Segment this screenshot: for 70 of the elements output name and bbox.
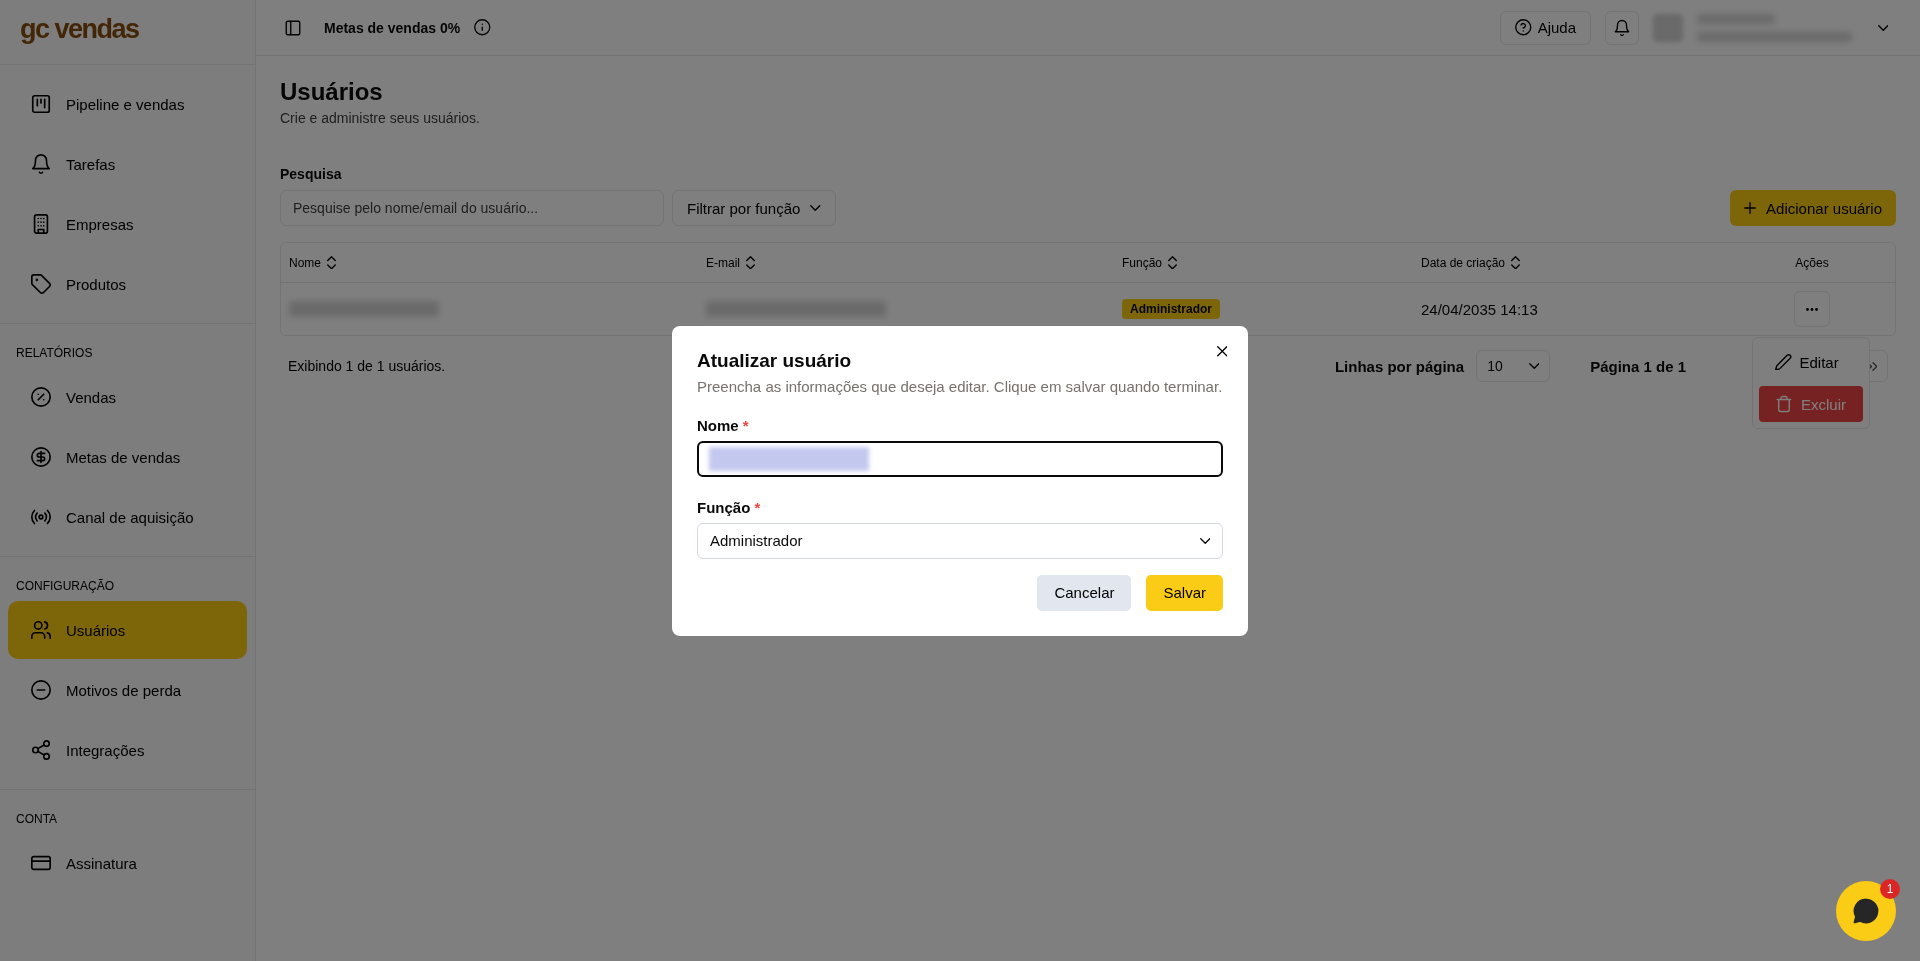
results-count: Exibindo 1 de 1 usuários. <box>288 358 446 374</box>
notifications-button[interactable] <box>1605 10 1639 45</box>
dollar-circle-icon <box>30 446 52 468</box>
sidebar-item[interactable]: Motivos de perda <box>8 661 247 719</box>
column-header[interactable]: Função <box>1114 255 1413 270</box>
section-heading: CONTA <box>15 811 59 828</box>
plus-icon <box>1744 202 1757 214</box>
select-field[interactable]: Administrador <box>697 522 1223 559</box>
field-label: Nome * <box>697 416 750 434</box>
column-header: Ações <box>1794 255 1830 270</box>
trash-icon <box>1775 395 1793 413</box>
table-cell: 24/04/2035 14:13 <box>1421 300 1538 318</box>
section-heading: CONFIGURAÇÃO <box>15 578 115 595</box>
kanban-board-icon <box>30 93 52 115</box>
sidebar-item[interactable]: Vendas <box>8 368 247 426</box>
sidebar-item[interactable]: Canal de aquisição <box>8 488 247 546</box>
help-button[interactable]: Ajuda <box>1500 10 1591 45</box>
sidebar-item[interactable]: Empresas <box>8 195 247 253</box>
sidebar-toggle-icon <box>284 18 302 37</box>
help-icon <box>1515 19 1532 36</box>
info-icon <box>474 19 491 36</box>
page-subtitle: Crie e administre seus usuários. <box>280 110 481 126</box>
bell-icon <box>1613 18 1631 37</box>
sidebar-item[interactable]: Produtos <box>8 255 247 313</box>
tag-icon <box>30 273 52 295</box>
minus-circle-icon <box>30 679 52 701</box>
save-button[interactable]: Salvar <box>1146 574 1223 611</box>
more-icon <box>1806 307 1818 311</box>
add-user-button[interactable]: Adicionar usuário <box>1730 190 1896 226</box>
role-badge: Administrador <box>1122 299 1220 319</box>
filter-dropdown[interactable]: Filtrar por função <box>672 190 836 226</box>
dialog-title: Atualizar usuário <box>697 349 853 372</box>
close-icon <box>1216 346 1228 357</box>
page-info: Página 1 de 1 <box>1590 357 1686 375</box>
page-title: Usuários <box>280 78 384 106</box>
chevron-down-icon <box>1877 24 1889 31</box>
section-heading: RELATÓRIOS <box>15 344 94 362</box>
sales-goal-label: Metas de vendas 0% <box>324 19 461 36</box>
column-header[interactable]: E-mail <box>698 255 1114 270</box>
input-field[interactable] <box>697 440 1223 477</box>
pencil-icon <box>1775 353 1792 371</box>
menu-item[interactable]: Editar <box>1759 344 1863 380</box>
workflow-icon <box>30 739 52 761</box>
sidebar-item[interactable]: Tarefas <box>8 135 247 193</box>
sidebar-item[interactable]: Usuários <box>8 601 247 659</box>
column-header[interactable]: Nome <box>281 255 698 270</box>
users-icon <box>30 619 52 641</box>
rows-per-page-select[interactable]: 10 <box>1476 350 1551 382</box>
sidebar-item[interactable]: Assinatura <box>8 834 247 892</box>
column-header[interactable]: Data de criação <box>1413 255 1729 270</box>
required-mark: * <box>742 416 749 434</box>
dialog-description: Preencha as informações que deseja editar. Clique em salvar quando terminar. <box>697 377 1223 395</box>
percent-circle-icon <box>30 386 52 408</box>
sidebar-item[interactable]: Pipeline e vendas <box>8 75 247 133</box>
sidebar-item[interactable]: Metas de vendas <box>8 428 247 486</box>
sidebar-item[interactable]: Integrações <box>8 721 247 779</box>
bell-icon <box>30 153 52 175</box>
search-label: Pesquisa <box>280 166 343 182</box>
chevron-down-icon <box>810 205 821 211</box>
cancel-button[interactable]: Cancelar <box>1037 574 1132 611</box>
search-field[interactable]: Pesquise pelo nome/email do usuário... <box>280 190 664 226</box>
chat-bubble-icon <box>1851 896 1881 926</box>
notification-badge: 1 <box>1880 879 1900 899</box>
menu-item[interactable]: Excluir <box>1759 386 1863 422</box>
rows-per-page-label: Linhas por página <box>1334 357 1465 375</box>
chevron-down-icon <box>1528 363 1540 369</box>
field-label: Função * <box>697 498 762 516</box>
logo: gc vendas <box>20 14 139 45</box>
chevron-down-icon <box>1199 537 1210 544</box>
required-mark: * <box>754 498 761 516</box>
